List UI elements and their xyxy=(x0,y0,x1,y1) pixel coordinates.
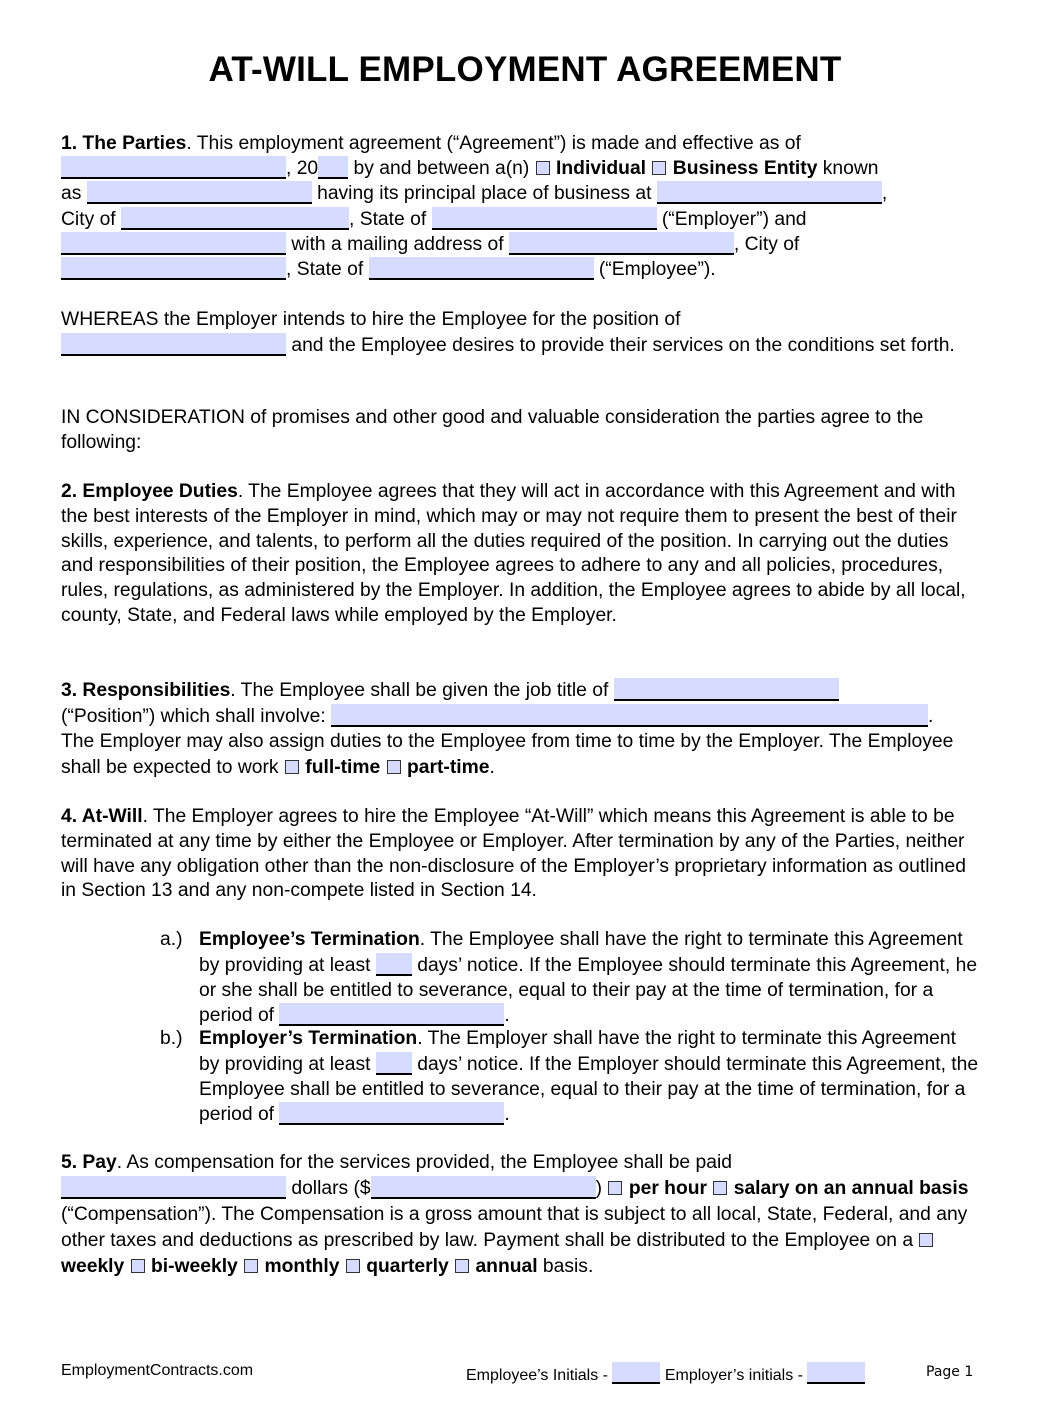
full-time-checkbox[interactable] xyxy=(284,759,299,774)
text: with a mailing address of xyxy=(286,233,509,255)
text: and the Employee desires to provide thei… xyxy=(286,334,955,356)
text: (“Employer”) and xyxy=(656,208,807,230)
option-label: annual xyxy=(475,1256,538,1277)
employer-address-field[interactable] xyxy=(656,181,882,205)
clause-heading: Employer’s Termination xyxy=(199,1028,418,1049)
monthly-checkbox[interactable] xyxy=(244,1259,259,1273)
document-title: AT-WILL EMPLOYMENT AGREEMENT xyxy=(208,50,842,89)
list-label: a.) xyxy=(160,929,183,950)
position-field[interactable] xyxy=(61,332,286,356)
option-label: per hour xyxy=(628,1178,708,1199)
text: (“Position”) which shall involve: xyxy=(61,705,332,727)
section-employee-duties: 2. Employee Duties. The Employee agrees … xyxy=(61,480,981,629)
text: . The Employer agrees to hire the Employ… xyxy=(61,806,966,902)
employee-termination-clause: a.) Employee’s Termination. The Employee… xyxy=(160,928,980,1029)
employee-initials-field[interactable] xyxy=(612,1362,661,1384)
part-time-checkbox[interactable] xyxy=(386,759,401,774)
section-heading: 4. At-Will xyxy=(61,806,143,827)
text: The Employer may also assign duties to t… xyxy=(61,731,954,778)
option-label: weekly xyxy=(61,1256,125,1277)
text: as xyxy=(61,183,87,205)
employer-name-field[interactable] xyxy=(86,181,312,205)
text: WHEREAS the Employer intends to hire the… xyxy=(61,309,681,330)
pay-amount-field[interactable] xyxy=(370,1176,596,1199)
clause-heading: Employee’s Termination xyxy=(199,929,420,950)
whereas-clause: WHEREAS the Employer intends to hire the… xyxy=(61,308,981,359)
text: , 20 xyxy=(286,158,319,180)
section-heading: 1. The Parties xyxy=(61,133,187,154)
text: ) xyxy=(595,1178,608,1199)
text: (“Employee”). xyxy=(593,259,716,281)
employee-name-field[interactable] xyxy=(61,231,286,255)
text: . The Employee agrees that they will act… xyxy=(61,481,966,626)
option-label: salary on an annual basis xyxy=(733,1178,969,1199)
option-label: monthly xyxy=(264,1256,340,1277)
employer-notice-days-field[interactable] xyxy=(375,1051,412,1075)
text: City of xyxy=(61,208,121,230)
job-title-field[interactable] xyxy=(613,678,839,701)
option-label: bi-weekly xyxy=(150,1256,238,1277)
bi-weekly-checkbox[interactable] xyxy=(130,1259,145,1273)
employee-address-field[interactable] xyxy=(508,231,734,255)
section-pay: 5. Pay. As compensation for the services… xyxy=(61,1150,981,1280)
quarterly-checkbox[interactable] xyxy=(345,1259,360,1273)
section-responsibilities: 3. Responsibilities. The Employee shall … xyxy=(61,678,981,780)
text: having its principal place of business a… xyxy=(311,183,657,205)
position-duties-field[interactable] xyxy=(331,703,929,727)
business-entity-checkbox[interactable] xyxy=(652,161,667,176)
text: . As compensation for the services provi… xyxy=(116,1152,732,1173)
pay-amount-words-field[interactable] xyxy=(61,1176,286,1199)
employer-city-field[interactable] xyxy=(121,206,349,230)
text: dollars ($ xyxy=(286,1178,371,1199)
text: known xyxy=(817,158,879,180)
annual-checkbox[interactable] xyxy=(455,1259,470,1273)
section-heading: 3. Responsibilities xyxy=(61,680,231,701)
employer-severance-period-field[interactable] xyxy=(279,1102,505,1126)
text: . xyxy=(504,1104,510,1126)
text: . xyxy=(504,1005,510,1027)
employer-state-field[interactable] xyxy=(431,206,657,230)
text: , xyxy=(881,183,888,205)
list-label: b.) xyxy=(160,1028,183,1049)
effective-date-field[interactable] xyxy=(61,156,286,180)
employer-termination-clause: b.) Employer’s Termination. The Employer… xyxy=(160,1027,980,1128)
text: Employee’s Initials - xyxy=(466,1367,613,1384)
text: , State of xyxy=(286,259,369,281)
section-at-will: 4. At-Will. The Employer agrees to hire … xyxy=(61,805,981,904)
weekly-checkbox[interactable] xyxy=(919,1233,934,1247)
option-label: full-time xyxy=(305,756,381,778)
text: . xyxy=(928,705,934,727)
text: , State of xyxy=(349,208,432,230)
text: basis. xyxy=(537,1256,594,1277)
consideration-clause: IN CONSIDERATION of promises and other g… xyxy=(61,407,924,453)
option-label: part-time xyxy=(407,756,490,778)
year-field[interactable] xyxy=(318,156,349,180)
page-number: Page 1 xyxy=(926,1364,974,1380)
text: (“Compensation”). The Compensation is a … xyxy=(61,1204,968,1251)
section-heading: 5. Pay xyxy=(61,1152,117,1173)
text: . The Employee shall be given the job ti… xyxy=(230,680,614,701)
individual-checkbox[interactable] xyxy=(535,161,550,176)
text: . This employment agreement (“Agreement”… xyxy=(186,133,801,154)
employee-severance-period-field[interactable] xyxy=(279,1003,505,1027)
footer-initials: Employee’s Initials - Employer’s initial… xyxy=(466,1362,866,1385)
footer-site: EmploymentContracts.com xyxy=(61,1362,254,1379)
option-label: quarterly xyxy=(366,1256,449,1277)
per-hour-checkbox[interactable] xyxy=(608,1181,623,1195)
employer-initials-field[interactable] xyxy=(807,1362,866,1384)
section-heading: 2. Employee Duties xyxy=(61,481,238,502)
text: by and between a(n) xyxy=(348,158,535,180)
option-label: Individual xyxy=(556,158,647,180)
text: Employer’s initials - xyxy=(660,1367,808,1384)
text: , City of xyxy=(733,233,800,255)
employee-notice-days-field[interactable] xyxy=(375,952,412,976)
text: . xyxy=(489,756,495,778)
section-parties: 1. The Parties. This employment agreemen… xyxy=(61,131,981,282)
employee-city-field[interactable] xyxy=(61,257,286,281)
salary-checkbox[interactable] xyxy=(713,1181,728,1195)
employee-state-field[interactable] xyxy=(368,257,594,281)
option-label: Business Entity xyxy=(672,158,818,180)
